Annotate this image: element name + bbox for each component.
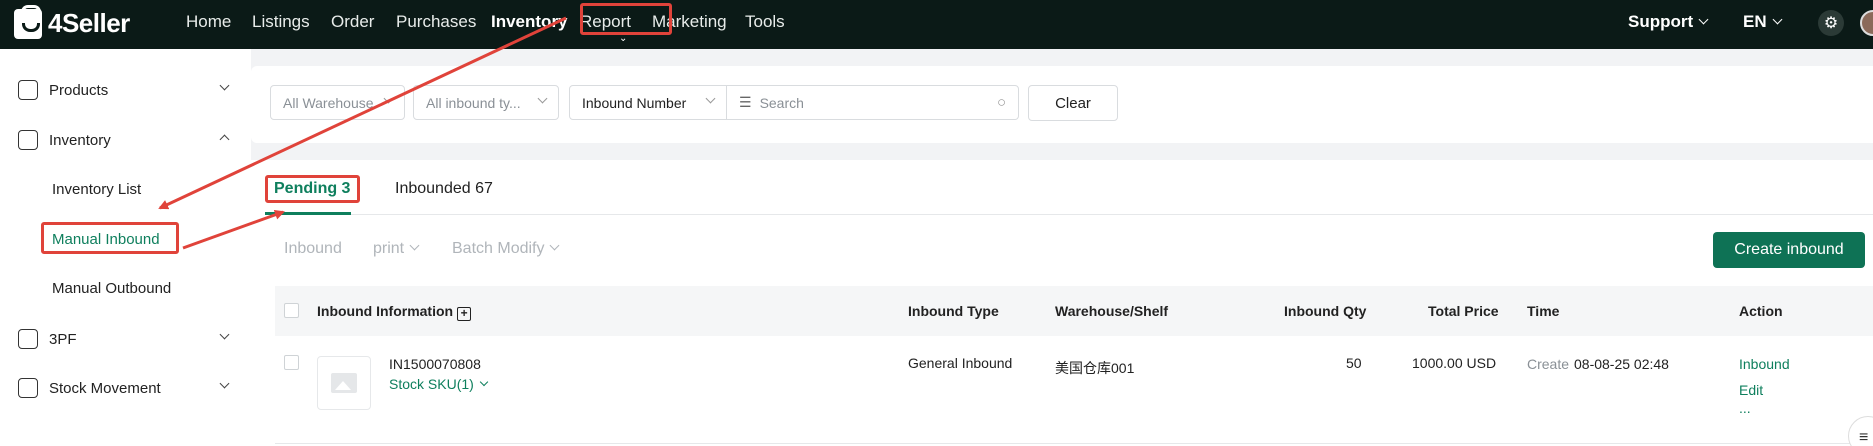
- nav-listings[interactable]: Listings: [252, 12, 310, 32]
- row-edit-action[interactable]: Edit: [1739, 382, 1763, 398]
- chevron-down-icon: [409, 240, 420, 251]
- brand-name: 4Seller: [48, 8, 130, 38]
- column-inbound-qty: Inbound Qty: [1284, 303, 1367, 319]
- product-thumbnail: [317, 356, 371, 410]
- inbound-action-button[interactable]: Inbound: [284, 240, 342, 258]
- stock-sku-label: Stock SKU(1): [389, 376, 474, 392]
- user-avatar[interactable]: [1860, 10, 1873, 36]
- expand-plus-icon[interactable]: +: [457, 307, 472, 321]
- chevron-down-icon: [1772, 14, 1783, 25]
- chevron-down-icon: [383, 93, 394, 104]
- nav-order[interactable]: Order: [331, 12, 374, 32]
- search-field-select[interactable]: Inbound Number: [569, 85, 727, 120]
- stock-movement-icon: [18, 378, 38, 398]
- sidebar-item-inventory-list[interactable]: Inventory List: [52, 181, 141, 198]
- column-time: Time: [1527, 303, 1560, 319]
- row-inbound-action[interactable]: Inbound: [1739, 356, 1790, 372]
- time-value: 08-08-25 02:48: [1574, 356, 1669, 372]
- tab-inbounded[interactable]: Inbounded 67: [395, 180, 493, 198]
- warehouse-cell: 美国仓库001: [1055, 360, 1135, 376]
- annotation-box-pending-tab: [265, 175, 360, 203]
- shopping-bag-icon: [14, 4, 42, 39]
- sidebar-group-label: 3PF: [49, 330, 77, 348]
- top-navbar: 4Seller Home Listings Order Purchases In…: [0, 0, 1873, 49]
- time-label: Create: [1527, 356, 1570, 372]
- inbound-type-select[interactable]: All inbound ty...: [413, 85, 559, 120]
- chevron-down-icon: [1698, 14, 1709, 25]
- inbound-type-select-value: All inbound ty...: [426, 94, 521, 111]
- annotation-box-manual-inbound: [41, 222, 179, 254]
- clear-button[interactable]: Clear: [1028, 85, 1118, 121]
- inbound-number: IN1500070808: [389, 356, 481, 372]
- chevron-down-icon: [479, 377, 489, 387]
- tab-divider: [265, 214, 1873, 215]
- nav-purchases[interactable]: Purchases: [396, 12, 476, 32]
- search-icon[interactable]: ○: [997, 94, 1006, 111]
- batch-modify-menu[interactable]: Batch Modify: [452, 240, 560, 258]
- sidebar-group-label: Stock Movement: [49, 379, 161, 397]
- chevron-down-icon: [550, 240, 560, 251]
- nav-tools[interactable]: Tools: [745, 12, 785, 32]
- column-label: Inbound Information: [317, 303, 454, 319]
- chevron-down-icon: [537, 93, 548, 104]
- nav-home[interactable]: Home: [186, 12, 231, 32]
- 3pf-icon: [18, 329, 38, 349]
- sidebar-group-stock-movement[interactable]: Stock Movement: [18, 378, 230, 398]
- row-more-action[interactable]: ...: [1739, 400, 1751, 416]
- qty-cell: 50: [1346, 355, 1362, 371]
- chevron-down-icon: [705, 93, 716, 104]
- create-inbound-button[interactable]: Create inbound: [1713, 232, 1865, 268]
- sidebar-group-inventory[interactable]: Inventory: [18, 130, 230, 150]
- language-menu[interactable]: EN: [1743, 12, 1783, 32]
- inbound-type-cell: General Inbound: [908, 355, 1013, 371]
- row-checkbox[interactable]: [284, 355, 299, 370]
- batch-modify-label: Batch Modify: [452, 240, 545, 257]
- brand-logo[interactable]: 4Seller: [14, 4, 130, 39]
- print-label: print: [373, 240, 405, 257]
- image-placeholder-icon: [331, 373, 357, 393]
- warehouse-select-value: All Warehouse: [283, 94, 374, 111]
- sidebar-group-label: Inventory: [49, 131, 111, 149]
- support-menu[interactable]: Support: [1628, 12, 1709, 32]
- total-price-cell: 1000.00 USD: [1412, 355, 1497, 371]
- search-field-select-value: Inbound Number: [582, 94, 687, 111]
- column-warehouse-shelf: Warehouse/Shelf: [1055, 303, 1169, 319]
- row-divider: [275, 443, 1873, 444]
- sidebar-item-manual-outbound[interactable]: Manual Outbound: [52, 280, 171, 297]
- chevron-down-icon: [219, 329, 230, 340]
- sidebar-group-products[interactable]: Products: [18, 80, 230, 100]
- active-tab-indicator: [265, 212, 351, 215]
- settings-gear-icon[interactable]: ⚙: [1818, 10, 1844, 36]
- inventory-icon: [18, 130, 38, 150]
- chevron-down-icon: [219, 378, 230, 389]
- column-inbound-type: Inbound Type: [908, 303, 999, 319]
- search-placeholder: Search: [759, 94, 804, 111]
- filter-search-icon: ☰: [739, 94, 752, 110]
- column-total-price: Total Price: [1428, 303, 1499, 319]
- support-label: Support: [1628, 12, 1694, 31]
- language-label: EN: [1743, 12, 1767, 31]
- annotation-box-nav-inventory: [580, 3, 672, 35]
- sidebar-group-label: Products: [49, 81, 109, 99]
- column-inbound-information: Inbound Information +: [317, 303, 472, 321]
- products-icon: [18, 80, 38, 100]
- select-all-checkbox[interactable]: [284, 303, 299, 318]
- sidebar-group-3pf[interactable]: 3PF: [18, 329, 230, 349]
- chevron-up-icon: [219, 134, 230, 145]
- warehouse-select[interactable]: All Warehouse: [270, 85, 405, 120]
- nav-inventory[interactable]: Inventory: [491, 12, 568, 32]
- stock-sku-link[interactable]: Stock SKU(1): [389, 376, 489, 392]
- column-action: Action: [1739, 303, 1783, 319]
- search-input[interactable]: ☰ Search ○: [726, 85, 1019, 120]
- chevron-down-icon: [219, 80, 230, 91]
- print-menu[interactable]: print: [373, 240, 420, 258]
